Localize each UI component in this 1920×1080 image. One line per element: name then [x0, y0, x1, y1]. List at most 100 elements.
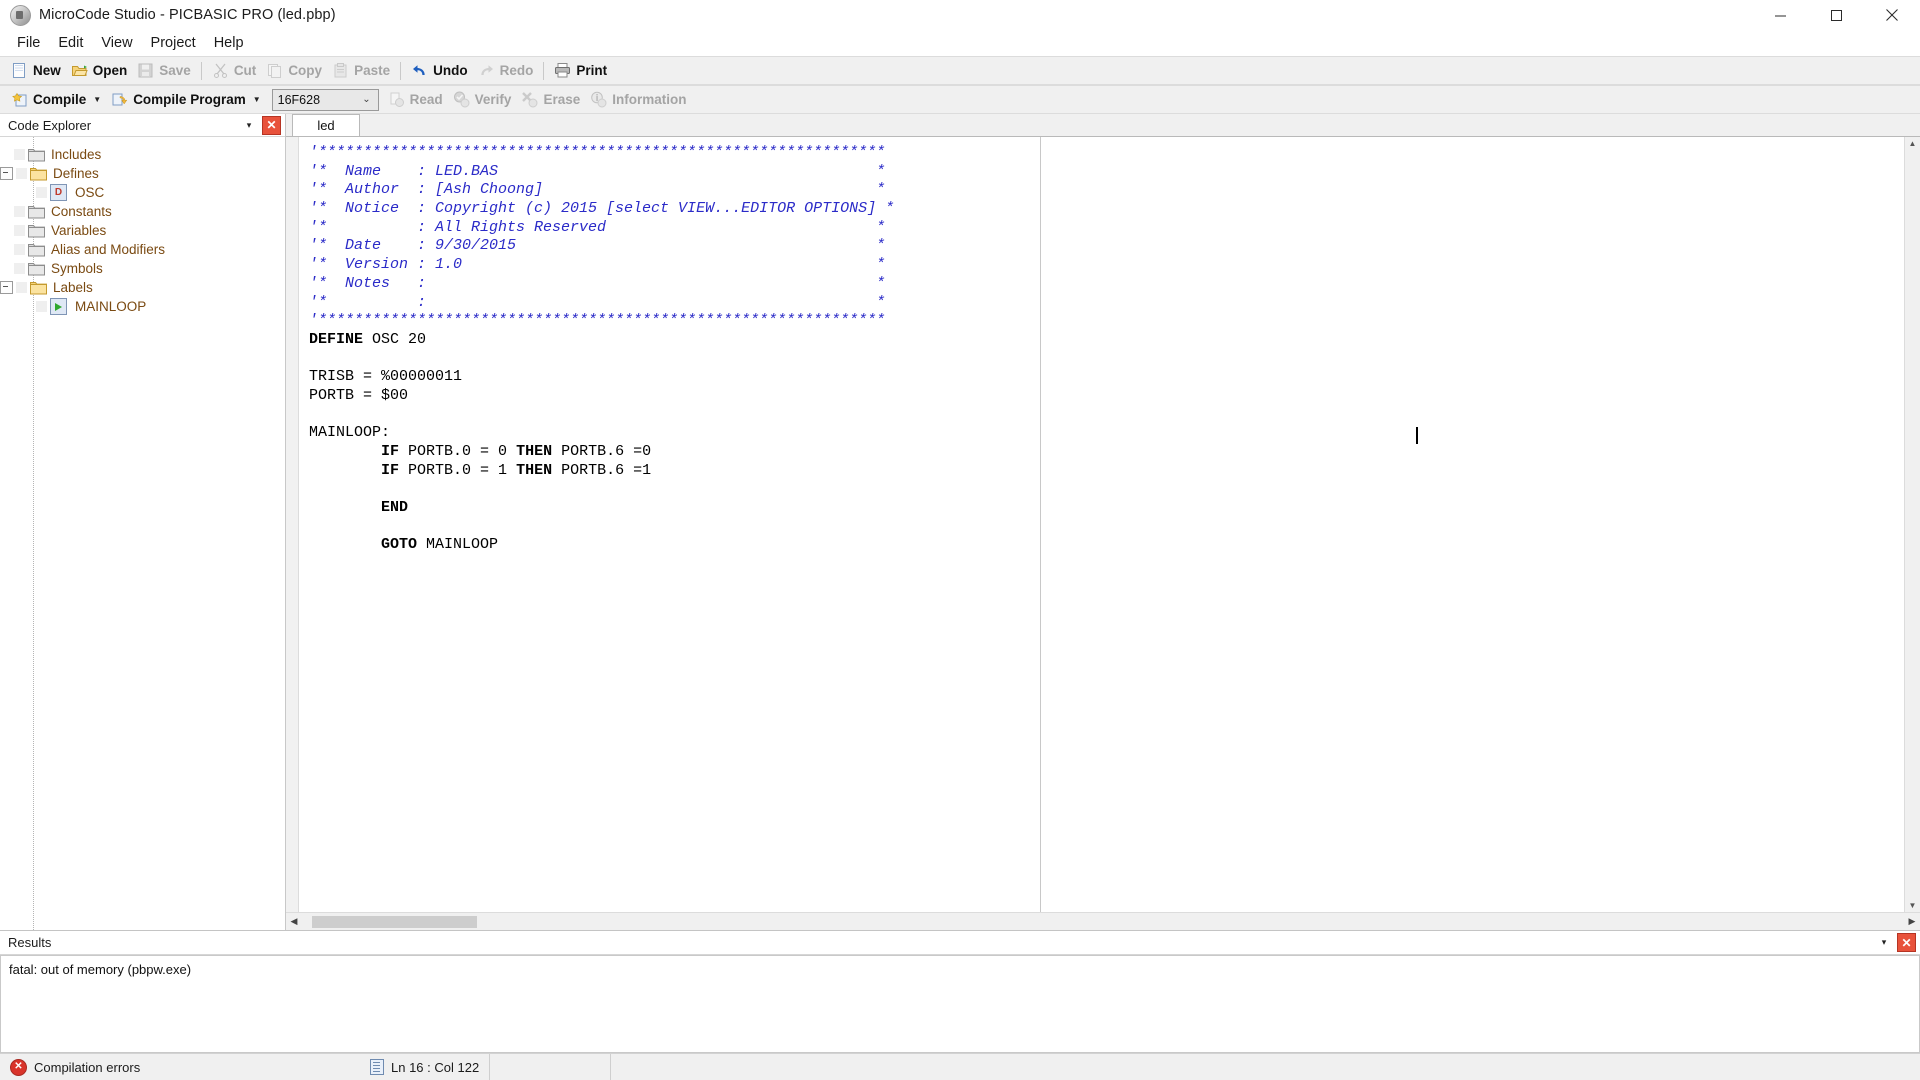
paste-button[interactable]: Paste	[327, 59, 395, 82]
open-button[interactable]: Open	[66, 59, 133, 82]
code-line: '***************************************…	[299, 312, 1904, 331]
tree-item-osc[interactable]: D OSC	[0, 183, 285, 202]
paste-label: Paste	[354, 63, 391, 78]
code-line: '* : *	[299, 294, 1904, 313]
copy-button[interactable]: Copy	[261, 59, 327, 82]
scroll-up-icon[interactable]: ▲	[1909, 137, 1917, 150]
clipboard-icon	[332, 62, 349, 79]
editor-wrapper: '***************************************…	[286, 136, 1920, 912]
tree-item-defines[interactable]: Defines	[0, 164, 285, 183]
copy-label: Copy	[288, 63, 323, 78]
verify-button[interactable]: Verify	[448, 88, 517, 111]
code-token: MAINLOOP	[417, 536, 499, 554]
menu-item-project[interactable]: Project	[142, 33, 205, 53]
tree-item-alias-and-modifiers[interactable]: Alias and Modifiers	[0, 240, 285, 259]
close-icon[interactable]: ✕	[262, 115, 281, 135]
compile-button[interactable]: Compile ▼	[6, 88, 106, 111]
hscroll-track[interactable]	[302, 915, 1904, 928]
chevron-down-icon[interactable]: ▼	[253, 95, 261, 104]
collapse-toggle-icon[interactable]	[0, 167, 13, 180]
information-button[interactable]: Information	[585, 88, 691, 111]
information-label: Information	[612, 92, 687, 107]
editor-vertical-scrollbar[interactable]: ▲ ▼	[1904, 137, 1920, 912]
text-caret	[1416, 427, 1418, 444]
menu-item-file[interactable]: File	[8, 33, 49, 53]
menu-bar: File Edit View Project Help	[0, 30, 1920, 56]
compile-toolbar: Compile ▼ Compile Program ▼ 16F628 ⌄ Rea…	[0, 85, 1920, 114]
folder-closed-icon	[28, 205, 45, 219]
chevron-down-icon[interactable]: ▼	[93, 95, 101, 104]
menu-item-edit[interactable]: Edit	[49, 33, 92, 53]
status-compilation-text: Compilation errors	[34, 1059, 141, 1075]
close-icon[interactable]: ✕	[1897, 933, 1916, 952]
collapse-toggle-icon[interactable]	[0, 281, 13, 294]
tree-item-symbols[interactable]: Symbols	[0, 259, 285, 278]
print-button[interactable]: Print	[549, 59, 612, 82]
line-col-icon	[370, 1059, 384, 1075]
erase-button[interactable]: Erase	[516, 88, 585, 111]
print-label: Print	[576, 63, 608, 78]
cut-label: Cut	[233, 63, 257, 78]
tree-item-label: Includes	[51, 146, 102, 162]
error-circle-icon: ✕	[10, 1058, 27, 1076]
read-icon	[388, 91, 405, 108]
code-token: '* Version : 1.0 *	[309, 256, 886, 274]
read-label: Read	[409, 92, 443, 107]
code-token: MAINLOOP:	[309, 424, 391, 442]
code-token: IF	[381, 461, 400, 479]
code-token: PORTB.6 =1	[552, 461, 652, 479]
code-line: '* Author : [Ash Choong] *	[299, 181, 1904, 200]
redo-arrow-icon	[478, 62, 495, 79]
chevron-down-icon[interactable]: ▾	[240, 116, 258, 134]
scroll-left-icon[interactable]: ◀	[286, 914, 302, 930]
results-output[interactable]: fatal: out of memory (pbpw.exe)	[0, 955, 1920, 1053]
tree-item-constants[interactable]: Constants	[0, 202, 285, 221]
device-select[interactable]: 16F628 ⌄	[271, 88, 379, 111]
save-button[interactable]: Save	[132, 59, 196, 82]
menu-item-help[interactable]: Help	[205, 33, 253, 53]
tree-connector-icon	[16, 168, 27, 179]
hscroll-thumb[interactable]	[312, 916, 477, 928]
code-line: GOTO MAINLOOP	[299, 536, 1904, 555]
new-button[interactable]: New	[6, 59, 66, 82]
tree-item-mainloop[interactable]: MAINLOOP	[0, 297, 285, 316]
compile-program-button[interactable]: Compile Program ▼	[106, 88, 265, 111]
tab-led[interactable]: led	[292, 114, 360, 136]
scroll-down-icon[interactable]: ▼	[1909, 899, 1917, 912]
redo-button[interactable]: Redo	[473, 59, 539, 82]
maximize-icon[interactable]	[1808, 0, 1864, 30]
code-token: PORTB.0 = 0	[399, 443, 517, 460]
label-play-icon	[50, 298, 67, 315]
scroll-right-icon[interactable]: ▶	[1904, 914, 1920, 930]
close-icon[interactable]	[1864, 0, 1920, 30]
code-token: TRISB = %00000011	[309, 368, 463, 386]
compile-program-label: Compile Program	[133, 92, 246, 107]
code-text-area[interactable]: '***************************************…	[299, 137, 1904, 912]
menu-item-view[interactable]: View	[92, 33, 141, 53]
tree-connector-icon	[36, 301, 47, 312]
open-label: Open	[92, 63, 128, 78]
code-token: '* Name : LED.BAS *	[309, 162, 886, 180]
results-panel: Results ▾ ✕ fatal: out of memory (pbpw.e…	[0, 930, 1920, 1053]
code-line: IF PORTB.0 = 0 THEN PORTB.6 =0	[299, 443, 1904, 462]
undo-button[interactable]: Undo	[406, 59, 473, 82]
code-line: END	[299, 499, 1904, 518]
tree-item-labels[interactable]: Labels	[0, 278, 285, 297]
results-header: Results ▾ ✕	[0, 931, 1920, 955]
application-window: MicroCode Studio - PICBASIC PRO (led.pbp…	[0, 0, 1920, 1080]
minimize-icon[interactable]	[1752, 0, 1808, 30]
code-token: THEN	[516, 443, 553, 460]
editor-horizontal-scrollbar[interactable]: ◀ ▶	[286, 912, 1920, 930]
code-token: DEFINE	[309, 330, 364, 348]
code-line: '* Date : 9/30/2015 *	[299, 237, 1904, 256]
read-button[interactable]: Read	[383, 88, 448, 111]
cut-button[interactable]: Cut	[207, 59, 262, 82]
right-margin-line	[1040, 137, 1041, 912]
chevron-down-icon[interactable]: ▾	[1875, 934, 1893, 952]
tree-item-includes[interactable]: Includes	[0, 145, 285, 164]
code-token: PORTB.0 = 1	[399, 461, 517, 479]
tree-item-variables[interactable]: Variables	[0, 221, 285, 240]
